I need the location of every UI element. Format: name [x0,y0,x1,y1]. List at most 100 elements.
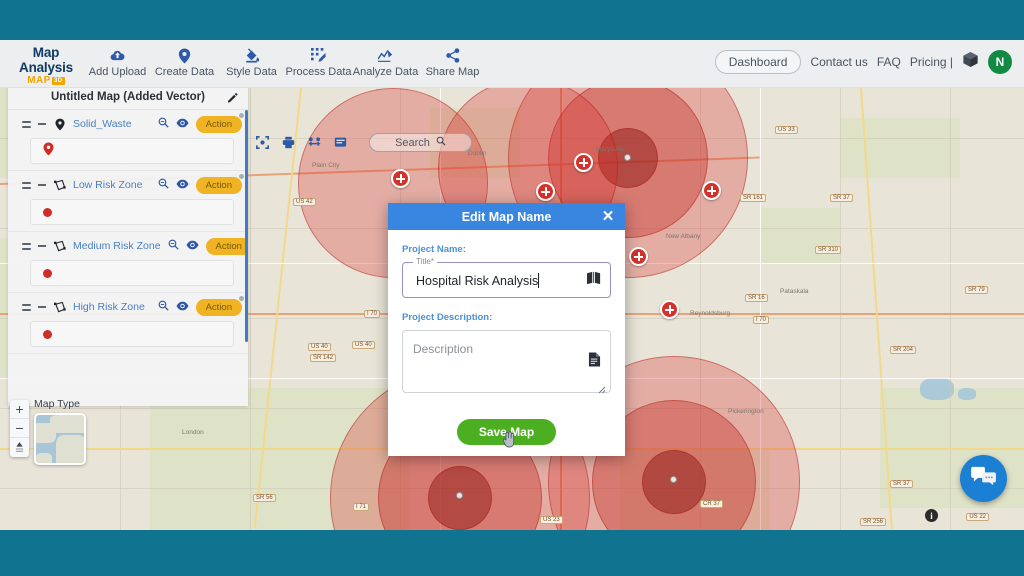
polygon-icon [53,301,66,313]
nav-item-label: Analyze Data [352,66,419,78]
map-route-shield: SR 142 [310,354,337,362]
layer-item: High Risk Zone Action [8,293,248,354]
fullscreen-target-icon[interactable] [256,136,269,149]
map-route-shield: SR 310 [815,246,842,254]
layer-name[interactable]: Medium Risk Zone [73,240,161,252]
pricing-link[interactable]: Pricing | [910,55,953,69]
zoom-to-layer-icon[interactable] [168,237,179,255]
map-place-label: New Albany [666,233,701,240]
hospital-marker[interactable] [660,300,679,319]
zoom-to-layer-icon[interactable] [158,115,169,133]
map-title: Untitled Map (Added Vector) [51,90,205,103]
collapse-minus-icon[interactable] [38,123,46,125]
layer-name[interactable]: High Risk Zone [73,301,151,313]
layer-name[interactable]: Low Risk Zone [73,179,151,191]
layer-symbol-preview [30,199,234,225]
contact-us-link[interactable]: Contact us [810,55,867,69]
action-status-dot [239,295,244,301]
map-attribution-info-button[interactable]: i [925,509,938,522]
description-textarea[interactable]: Description [402,330,611,394]
action-status-dot [239,173,244,179]
logo-title: Map Analysis [19,45,73,75]
nav-item-label: Add Upload [88,66,147,78]
comment-icon[interactable] [334,136,347,149]
hospital-marker[interactable] [702,181,721,200]
layer-row: Low Risk Zone Action [8,171,248,199]
zoom-out-button[interactable]: − [10,419,29,438]
layer-action-button[interactable]: Action [205,237,248,255]
chat-support-button[interactable] [960,455,1007,502]
edit-map-name-dialog: Edit Map Name ✕ Project Name: Title* Hos… [388,203,625,456]
layer-actions: Action [158,173,244,194]
layer-action-button[interactable]: Action [195,295,244,316]
title-input-wrapper[interactable]: Title* Hospital Risk Analysis [402,257,611,298]
nav-item-style-data[interactable]: Style Data [218,44,285,79]
zoom-to-layer-icon[interactable] [158,176,169,194]
collapse-minus-icon[interactable] [38,245,46,247]
circle-dot-symbol [43,268,52,278]
user-avatar[interactable]: N [988,50,1012,74]
drag-handle-icon[interactable] [22,242,31,250]
textarea-resize-handle[interactable] [598,381,606,394]
visibility-eye-icon[interactable] [176,298,189,316]
hospital-marker[interactable] [629,247,648,266]
hospital-marker[interactable] [391,169,410,188]
zoom-controls: + − [10,400,29,457]
polygon-icon [53,240,66,252]
title-input[interactable]: Hospital Risk Analysis [416,272,586,288]
map-place-label: Reynoldsburg [690,310,731,317]
faq-link[interactable]: FAQ [877,55,901,69]
layer-row: Solid_Waste Action [8,110,248,138]
map-route-shield: US 33 [775,126,798,134]
nav-item-create-data[interactable]: Create Data [151,44,218,79]
map-toolbar: Search [256,133,472,152]
collapse-minus-icon[interactable] [38,306,46,308]
zoom-in-button[interactable]: + [10,400,29,419]
project-description-label: Project Description: [402,312,493,323]
drag-handle-icon[interactable] [22,120,31,128]
dashboard-button[interactable]: Dashboard [714,50,802,74]
visibility-eye-icon[interactable] [176,115,189,133]
compass-reset-button[interactable] [10,438,29,457]
close-x-icon[interactable]: ✕ [600,208,616,224]
layers-panel: Untitled Map (Added Vector) Solid_Waste A… [8,84,248,406]
drag-handle-icon[interactable] [22,181,31,189]
save-map-button[interactable]: Save Map [456,419,557,445]
layer-action-button[interactable]: Action [195,112,244,133]
sidebar-scrollbar[interactable] [245,110,248,342]
app-logo[interactable]: Map Analysis MAP 3D [8,45,84,87]
nav-item-analyze-data[interactable]: Analyze Data [352,44,419,79]
map-route-shield: US 40 [308,343,331,351]
map-route-shield: SR 37 [890,480,913,488]
nav-item-process-data[interactable]: Process Data [285,44,352,79]
zoom-to-layer-icon[interactable] [158,298,169,316]
map-book-icon [586,271,602,290]
visibility-eye-icon[interactable] [186,237,199,255]
print-icon[interactable] [282,136,295,149]
map-type-switcher: Map Type [34,398,86,465]
hospital-marker[interactable] [536,182,555,201]
search-input[interactable]: Search [369,133,472,152]
drag-handle-icon[interactable] [22,303,31,311]
map-route-shield: CR 37 [700,500,724,508]
layer-name[interactable]: Solid_Waste [73,118,151,130]
dialog-footer: Save Map [388,408,625,456]
measure-icon[interactable] [308,136,321,149]
cloud-upload-icon [84,46,151,65]
map-place-label: Pataskala [780,288,809,295]
layer-action-button[interactable]: Action [195,173,244,194]
nav-item-add-upload[interactable]: Add Upload [84,44,151,79]
layer-row: Medium Risk Zone Action [8,232,248,260]
circle-dot-symbol [43,207,52,217]
nav-item-share-map[interactable]: Share Map [419,44,486,79]
layer-actions: Action [168,237,248,255]
map-type-thumbnail[interactable] [34,413,86,465]
description-placeholder: Description [413,342,474,356]
map-route-shield: SR 256 [860,518,887,526]
cube-icon[interactable] [962,51,979,73]
collapse-minus-icon[interactable] [38,184,46,186]
visibility-eye-icon[interactable] [176,176,189,194]
pencil-edit-icon[interactable] [227,90,238,108]
hospital-marker[interactable] [574,153,593,172]
layer-item: Solid_Waste Action [8,110,248,171]
